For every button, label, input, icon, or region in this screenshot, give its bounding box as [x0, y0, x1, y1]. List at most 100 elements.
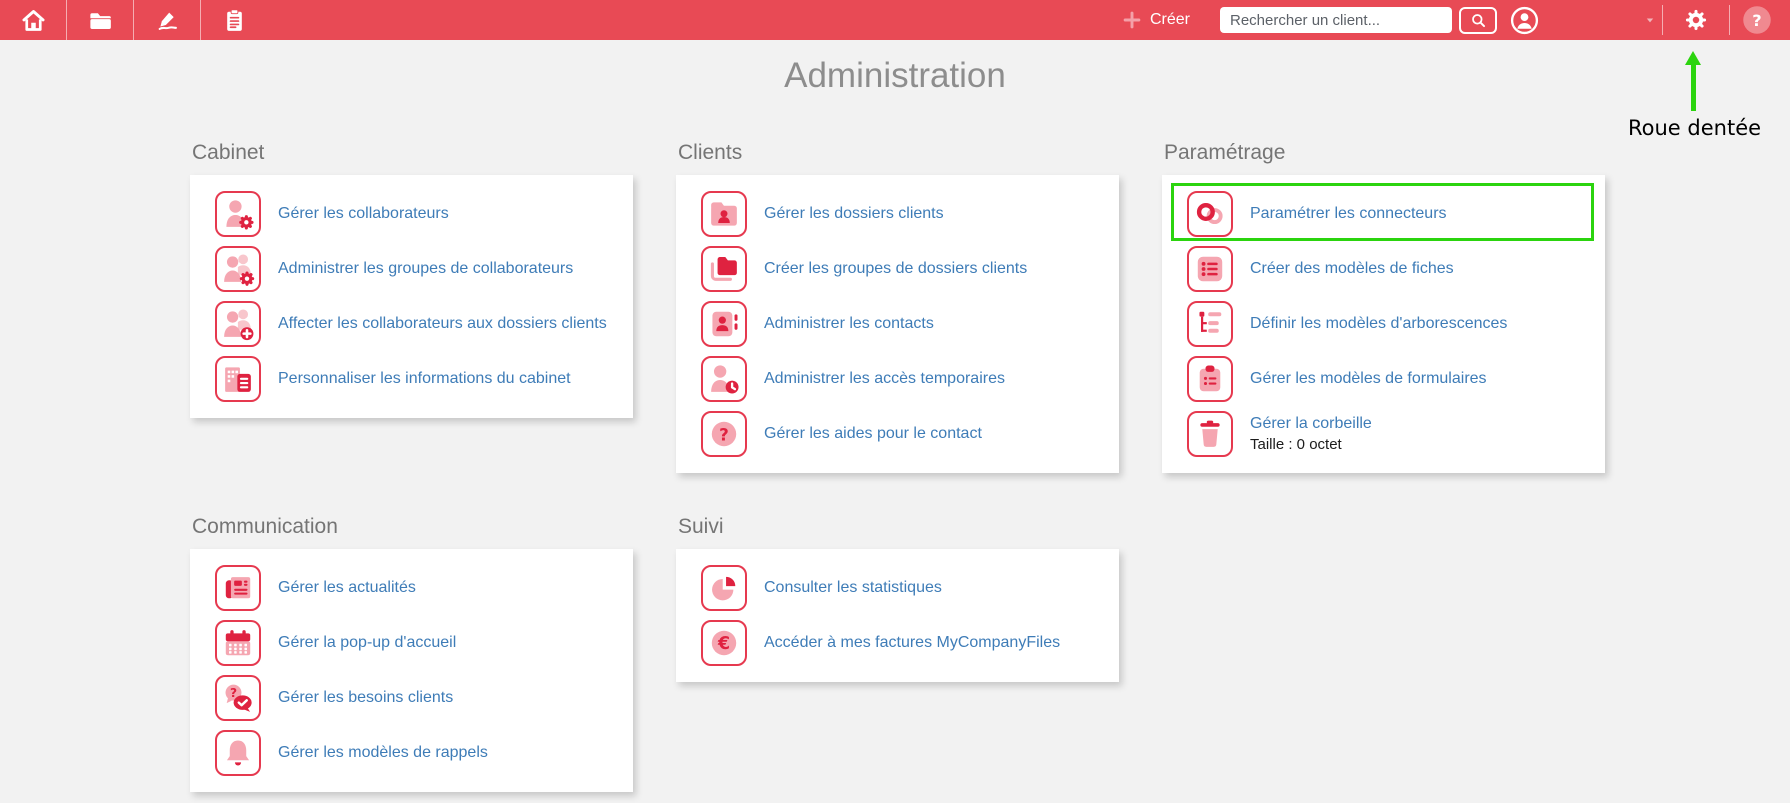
item-label: Gérer les dossiers clients	[764, 204, 944, 222]
svg-text:€: €	[717, 634, 730, 654]
section-card: Gérer les collaborateurs Administrer les…	[190, 175, 633, 418]
link-icon	[1187, 190, 1233, 237]
euro-circle-icon: €	[701, 619, 747, 666]
section-card: Paramétrer les connecteurs Créer des mod…	[1162, 175, 1605, 473]
chat-question-icon: ?	[215, 674, 261, 721]
item-label: Paramétrer les connecteurs	[1250, 204, 1447, 222]
card-item[interactable]: Créer des modèles de fiches	[1162, 241, 1605, 296]
user-gear-icon	[215, 190, 261, 237]
main-content: Administration Cabinet Gérer les collabor…	[0, 56, 1790, 792]
tree-icon	[1187, 300, 1233, 347]
magnifier-icon	[1469, 11, 1488, 30]
calendar-icon	[215, 619, 261, 666]
card-item[interactable]: Gérer les dossiers clients	[676, 186, 1119, 241]
item-sublabel: Taille : 0 octet	[1250, 436, 1342, 453]
section-card: Gérer les dossiers clients Créer les gro…	[676, 175, 1119, 473]
card-item[interactable]: Gérer la pop-up d'accueil	[190, 615, 633, 670]
item-label: Administrer les groupes de collaborateur…	[278, 259, 574, 277]
sections-grid: Cabinet Gérer les collaborateurs Administ…	[190, 141, 1605, 792]
card-item[interactable]: Gérer les collaborateurs	[190, 186, 633, 241]
annotation-label: Roue dentée	[1628, 116, 1762, 140]
card-item[interactable]: Affecter les collaborateurs aux dossiers…	[190, 296, 633, 351]
card-item[interactable]: € Accéder à mes factures MyCompanyFiles	[676, 615, 1119, 670]
bell-icon	[215, 729, 261, 776]
section-3: Communication Gérer les actualités Gérer…	[190, 515, 633, 792]
item-label: Gérer les collaborateurs	[278, 204, 449, 222]
annotation-arrow-stem	[1690, 65, 1696, 111]
create-label: Créer	[1149, 11, 1190, 28]
card-item[interactable]: Gérer les actualités	[190, 560, 633, 615]
tasks-button[interactable]	[201, 0, 267, 40]
item-label: Gérer les besoins clients	[278, 688, 454, 706]
item-label: Gérer la pop-up d'accueil	[278, 633, 457, 651]
contact-card-icon	[701, 300, 747, 347]
pie-chart-icon	[701, 564, 747, 611]
person-circle-icon	[1509, 5, 1540, 36]
users-plus-icon	[215, 300, 261, 347]
topbar: Créer ?	[0, 0, 1790, 40]
building-list-icon	[215, 355, 261, 402]
clipboard-icon	[221, 7, 248, 34]
card-item[interactable]: Gérer les modèles de rappels	[190, 725, 633, 780]
section-card: Consulter les statistiques € Accéder à me…	[676, 549, 1119, 682]
search-button[interactable]	[1459, 6, 1497, 34]
signature-button[interactable]	[134, 0, 200, 40]
list-icon	[1187, 245, 1233, 292]
svg-text:?: ?	[719, 424, 729, 444]
item-label: Gérer les modèles de formulaires	[1250, 369, 1487, 387]
card-item[interactable]: Définir les modèles d'arborescences	[1162, 296, 1605, 351]
annotation-arrow-head	[1685, 51, 1701, 65]
settings-gear-button[interactable]	[1663, 7, 1729, 33]
section-card: Gérer les actualités Gérer la pop-up d'a…	[190, 549, 633, 792]
create-button[interactable]: Créer	[1121, 9, 1190, 31]
home-icon	[20, 7, 47, 34]
card-item[interactable]: Gérer la corbeille Taille : 0 octet	[1162, 406, 1605, 461]
item-label: Créer des modèles de fiches	[1250, 259, 1454, 277]
section-title: Cabinet	[192, 141, 265, 164]
card-item[interactable]: Administrer les contacts	[676, 296, 1119, 351]
item-label: Consulter les statistiques	[764, 578, 942, 596]
section-title: Paramétrage	[1164, 141, 1286, 164]
card-item[interactable]: Administrer les accès temporaires	[676, 351, 1119, 406]
card-item[interactable]: Administrer les groupes de collaborateur…	[190, 241, 633, 296]
section-0: Cabinet Gérer les collaborateurs Administ…	[190, 141, 633, 418]
search-input[interactable]	[1220, 7, 1452, 33]
item-label: Affecter les collaborateurs aux dossiers…	[278, 314, 607, 332]
folder-icon	[87, 7, 114, 34]
card-item[interactable]: ? Gérer les besoins clients	[190, 670, 633, 725]
home-button[interactable]	[0, 0, 66, 40]
gear-icon	[1683, 7, 1709, 33]
plus-icon	[1121, 9, 1143, 31]
item-label: Gérer la corbeille	[1250, 415, 1372, 432]
question-circle-icon: ?	[701, 410, 747, 457]
trash-icon	[1187, 410, 1233, 457]
folders-button[interactable]	[67, 0, 133, 40]
section-2: Paramétrage Paramétrer les connecteurs C…	[1162, 141, 1605, 473]
item-label: Gérer les aides pour le contact	[764, 424, 982, 442]
card-item[interactable]: Personnaliser les informations du cabine…	[190, 351, 633, 406]
card-item[interactable]: Gérer les modèles de formulaires	[1162, 351, 1605, 406]
item-label: Gérer les actualités	[278, 578, 416, 596]
item-label: Personnaliser les informations du cabine…	[278, 369, 571, 387]
card-item[interactable]: ? Gérer les aides pour le contact	[676, 406, 1119, 461]
item-label: Gérer les modèles de rappels	[278, 743, 488, 761]
section-title: Communication	[192, 515, 338, 538]
clipboard-list-icon	[1187, 355, 1233, 402]
chevron-down-icon[interactable]	[1638, 13, 1662, 27]
annotation-arrow	[1684, 51, 1702, 111]
card-item[interactable]: Créer les groupes de dossiers clients	[676, 241, 1119, 296]
item-label: Administrer les accès temporaires	[764, 369, 1005, 387]
user-clock-icon	[701, 355, 747, 402]
section-title: Clients	[678, 141, 743, 164]
help-button[interactable]: ?	[1730, 5, 1784, 35]
folder-user-icon	[701, 190, 747, 237]
help-icon: ?	[1742, 5, 1772, 35]
card-item[interactable]: Paramétrer les connecteurs	[1162, 183, 1605, 241]
card-item[interactable]: Consulter les statistiques	[676, 560, 1119, 615]
signature-icon	[154, 7, 181, 34]
folders-icon	[701, 245, 747, 292]
section-title: Suivi	[678, 515, 724, 538]
svg-text:?: ?	[1752, 11, 1761, 30]
item-label: Accéder à mes factures MyCompanyFiles	[764, 633, 1061, 651]
avatar-button[interactable]	[1508, 4, 1540, 36]
